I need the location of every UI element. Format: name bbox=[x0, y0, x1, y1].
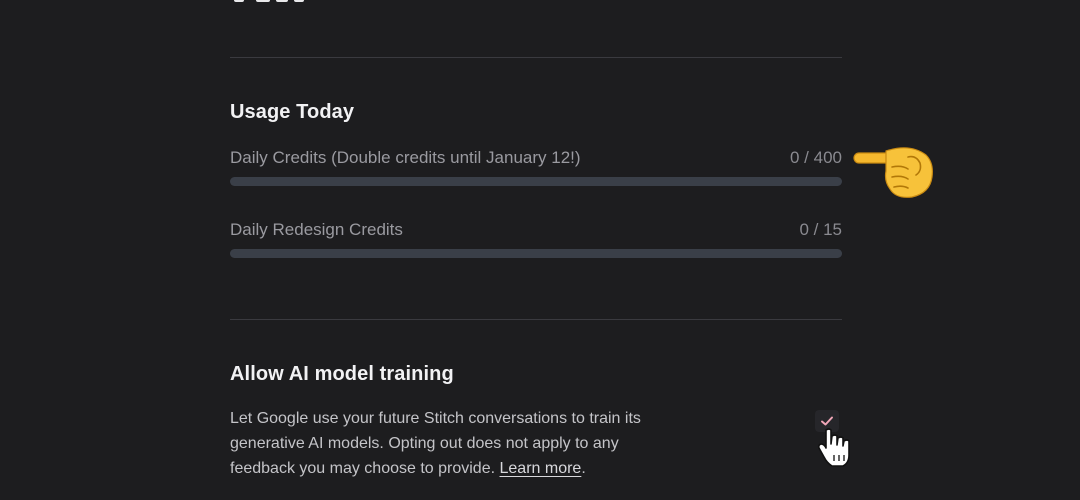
hand-cursor-icon bbox=[817, 428, 850, 467]
settings-page: Usage Today Daily Credits (Double credit… bbox=[0, 0, 1080, 500]
usage-row-daily-credits: Daily Credits (Double credits until Janu… bbox=[230, 147, 842, 186]
training-description-line-3: feedback you may choose to provide. bbox=[230, 460, 496, 477]
usage-row-daily-redesign-credits: Daily Redesign Credits 0 / 15 bbox=[230, 219, 842, 258]
daily-redesign-credits-progress-bar bbox=[230, 249, 842, 258]
usage-row-count: 0 / 15 bbox=[799, 220, 842, 239]
training-description: Let Google use your future Stitch conver… bbox=[230, 406, 730, 481]
usage-row-label: Daily Credits (Double credits until Janu… bbox=[230, 148, 581, 167]
usage-section-title: Usage Today bbox=[230, 101, 355, 123]
section-divider-top bbox=[230, 57, 842, 58]
usage-row-count: 0 / 400 bbox=[790, 148, 842, 167]
training-description-line-2: generative AI models. Opting out does no… bbox=[230, 435, 619, 452]
daily-credits-progress-bar bbox=[230, 177, 842, 186]
learn-more-link[interactable]: Learn more bbox=[500, 460, 582, 477]
training-description-line-1: Let Google use your future Stitch conver… bbox=[230, 410, 641, 427]
section-divider-middle bbox=[230, 319, 842, 320]
partial-heading-cutoff bbox=[232, 0, 372, 2]
training-section-title: Allow AI model training bbox=[230, 363, 454, 385]
check-icon bbox=[821, 416, 833, 426]
usage-row-label: Daily Redesign Credits bbox=[230, 220, 403, 239]
backhand-index-pointing-right-icon bbox=[853, 147, 933, 198]
trailing-period: . bbox=[581, 460, 586, 477]
